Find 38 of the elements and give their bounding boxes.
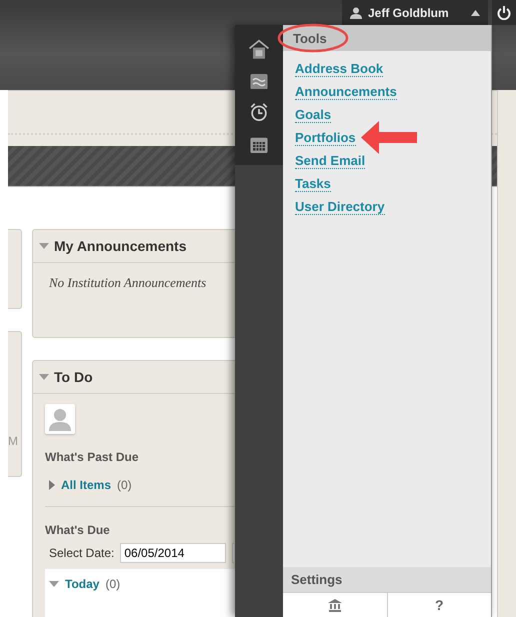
collapse-icon[interactable] [39,374,49,380]
menu-link[interactable]: User Directory [295,199,385,215]
menu-link[interactable]: Goals [295,107,332,123]
user-icon [350,6,362,18]
menu-link[interactable]: Send Email [295,153,366,169]
items-link[interactable]: All Items [61,478,112,492]
caret-icon [471,10,480,16]
menu-link[interactable]: Tasks [295,176,331,192]
user-menu[interactable]: Jeff Goldblum [342,0,488,25]
home-icon[interactable] [246,39,272,60]
avatar-icon [45,404,75,434]
user-name: Jeff Goldblum [368,6,450,20]
section-heading: What's Past Due [45,450,140,464]
expand-icon[interactable] [49,480,55,490]
waves-icon[interactable] [249,74,269,89]
arrow-annotation [361,121,417,154]
menu-title: Tools [283,25,491,51]
menu-link[interactable]: Announcements [295,84,397,100]
section-heading: What's Due [45,523,111,537]
item-count: (0) [105,577,120,591]
institution-icon [328,598,342,612]
power-button[interactable] [492,0,516,25]
group-link[interactable]: Today [65,577,100,591]
calendar-icon[interactable] [249,136,269,153]
menu-link[interactable]: Portfolios [295,130,356,146]
collapse-icon[interactable] [49,581,59,587]
settings-header: Settings [283,567,491,592]
power-icon [497,6,511,20]
collapse-icon[interactable] [39,243,49,249]
panel-title: My Announcements [54,238,186,254]
item-count: (0) [117,478,132,492]
date-label: Select Date: [49,546,114,560]
date-field[interactable]: 06/05/2014 [120,543,226,563]
panel-text: M [8,434,18,448]
empty-message: No Institution Announcements [48,274,208,292]
panel-title: To Do [54,369,93,385]
menu-link[interactable]: Address Book [295,61,384,77]
alarm-clock-icon[interactable] [248,103,270,122]
